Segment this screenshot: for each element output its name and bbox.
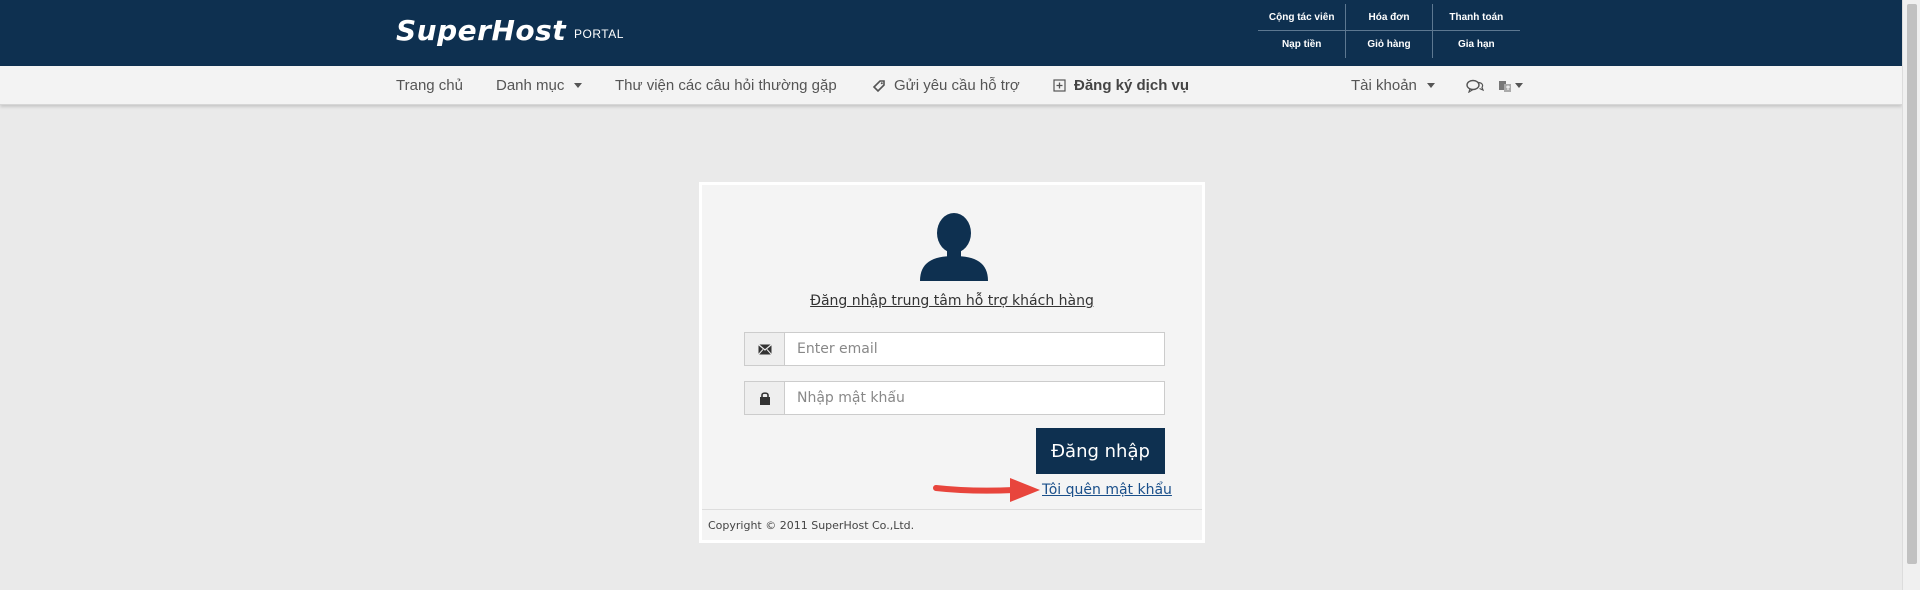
quick-link-topup[interactable]: Nạp tiền <box>1258 31 1345 58</box>
site-logo-subtitle: PORTAL <box>574 27 624 41</box>
email-input[interactable] <box>785 333 1164 365</box>
nav-account-label: Tài khoản <box>1351 77 1417 94</box>
site-logo[interactable]: SuperHost <box>396 14 566 47</box>
main-nav: Trang chủ Danh mục Thư viện các câu hỏi … <box>0 66 1902 105</box>
chat-icon[interactable] <box>1466 66 1484 105</box>
quick-link-affiliate[interactable]: Cộng tác viên <box>1258 4 1346 31</box>
email-input-group <box>744 332 1165 366</box>
language-icon[interactable] <box>1498 66 1523 105</box>
top-header: SuperHost PORTAL Cộng tác viên Hóa đơn T… <box>0 0 1902 66</box>
annotation-arrow-icon <box>932 474 1044 506</box>
login-button[interactable]: Đăng nhập <box>1036 428 1165 474</box>
nav-support[interactable]: Gửi yêu cầu hỗ trợ <box>872 66 1020 105</box>
ticket-icon <box>872 79 886 93</box>
scrollbar-thumb[interactable] <box>1907 4 1917 564</box>
lock-icon <box>745 382 785 414</box>
nav-register-label: Đăng ký dịch vụ <box>1074 77 1190 94</box>
password-input-group <box>744 381 1165 415</box>
caret-down-icon <box>574 83 583 88</box>
quick-link-renew[interactable]: Gia hạn <box>1433 31 1520 58</box>
nav-category-dropdown[interactable]: Danh mục <box>496 66 583 105</box>
nav-register[interactable]: Đăng ký dịch vụ <box>1053 66 1189 105</box>
plus-square-icon <box>1053 79 1066 92</box>
user-silhouette-icon <box>918 209 990 281</box>
nav-support-label: Gửi yêu cầu hỗ trợ <box>894 77 1020 94</box>
quick-link-invoices[interactable]: Hóa đơn <box>1345 4 1433 31</box>
quick-link-payment[interactable]: Thanh toán <box>1432 4 1520 31</box>
password-input[interactable] <box>785 382 1164 414</box>
caret-down-icon <box>1515 83 1523 88</box>
quick-links-grid: Cộng tác viên Hóa đơn Thanh toán Nạp tiề… <box>1258 4 1520 58</box>
forgot-password-link[interactable]: Tôi quên mật khẩu <box>1042 482 1172 498</box>
nav-home-label: Trang chủ <box>396 77 463 94</box>
caret-down-icon <box>1426 83 1435 88</box>
page-scrollbar[interactable] <box>1902 0 1920 590</box>
nav-home[interactable]: Trang chủ <box>396 66 463 105</box>
login-title-link[interactable]: Đăng nhập trung tâm hỗ trợ khách hàng <box>702 293 1202 309</box>
nav-faq[interactable]: Thư viện các câu hỏi thường gặp <box>615 66 837 105</box>
nav-account-dropdown[interactable]: Tài khoản <box>1351 66 1435 105</box>
nav-category-label: Danh mục <box>496 77 565 94</box>
copyright-text: Copyright © 2011 SuperHost Co.,Ltd. <box>708 519 915 532</box>
nav-faq-label: Thư viện các câu hỏi thường gặp <box>615 77 837 94</box>
card-divider <box>702 509 1202 510</box>
quick-link-cart[interactable]: Giỏ hàng <box>1345 31 1433 58</box>
envelope-icon <box>745 333 785 365</box>
